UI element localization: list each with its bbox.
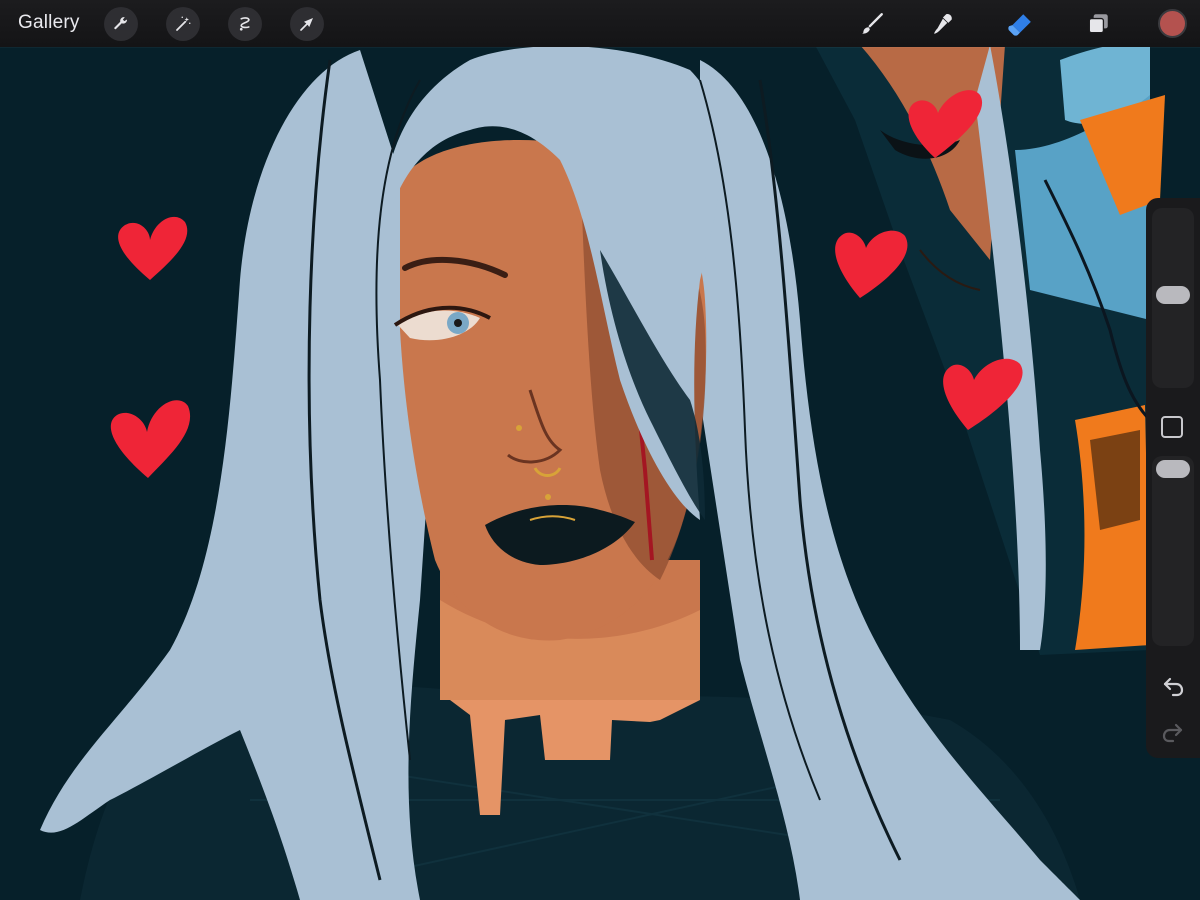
smudge-icon xyxy=(934,14,952,34)
eraser-tool-button[interactable] xyxy=(1004,8,1036,40)
layers-button[interactable] xyxy=(1082,8,1114,40)
color-picker-button[interactable] xyxy=(1158,9,1187,38)
procreate-app: Gallery xyxy=(0,0,1200,900)
sidebar xyxy=(1146,198,1200,758)
modify-button[interactable] xyxy=(1161,416,1183,438)
opacity-thumb[interactable] xyxy=(1156,460,1190,478)
undo-button[interactable] xyxy=(1159,672,1187,700)
redo-button[interactable] xyxy=(1159,718,1187,746)
gallery-button[interactable]: Gallery xyxy=(18,12,80,34)
wrench-icon xyxy=(114,17,128,30)
selection-icon xyxy=(239,17,250,31)
drawing-canvas[interactable] xyxy=(0,0,1200,900)
brush-tool-button[interactable] xyxy=(856,8,888,40)
redo-icon xyxy=(1162,723,1183,743)
brush-size-slider[interactable] xyxy=(1152,208,1194,388)
brush-icon xyxy=(862,13,883,34)
layers-icon xyxy=(1088,14,1108,34)
smudge-tool-button[interactable] xyxy=(928,8,960,40)
top-toolbar: Gallery xyxy=(0,0,1200,47)
opacity-slider[interactable] xyxy=(1152,456,1194,646)
transform-arrow-icon xyxy=(300,18,313,31)
eraser-icon xyxy=(1008,14,1031,36)
transform-button[interactable] xyxy=(290,7,324,41)
selection-button[interactable] xyxy=(228,7,262,41)
undo-icon xyxy=(1163,677,1184,697)
brush-size-thumb[interactable] xyxy=(1156,285,1190,304)
actions-button[interactable] xyxy=(104,7,138,41)
magic-wand-icon xyxy=(176,16,191,31)
adjustments-button[interactable] xyxy=(166,7,200,41)
